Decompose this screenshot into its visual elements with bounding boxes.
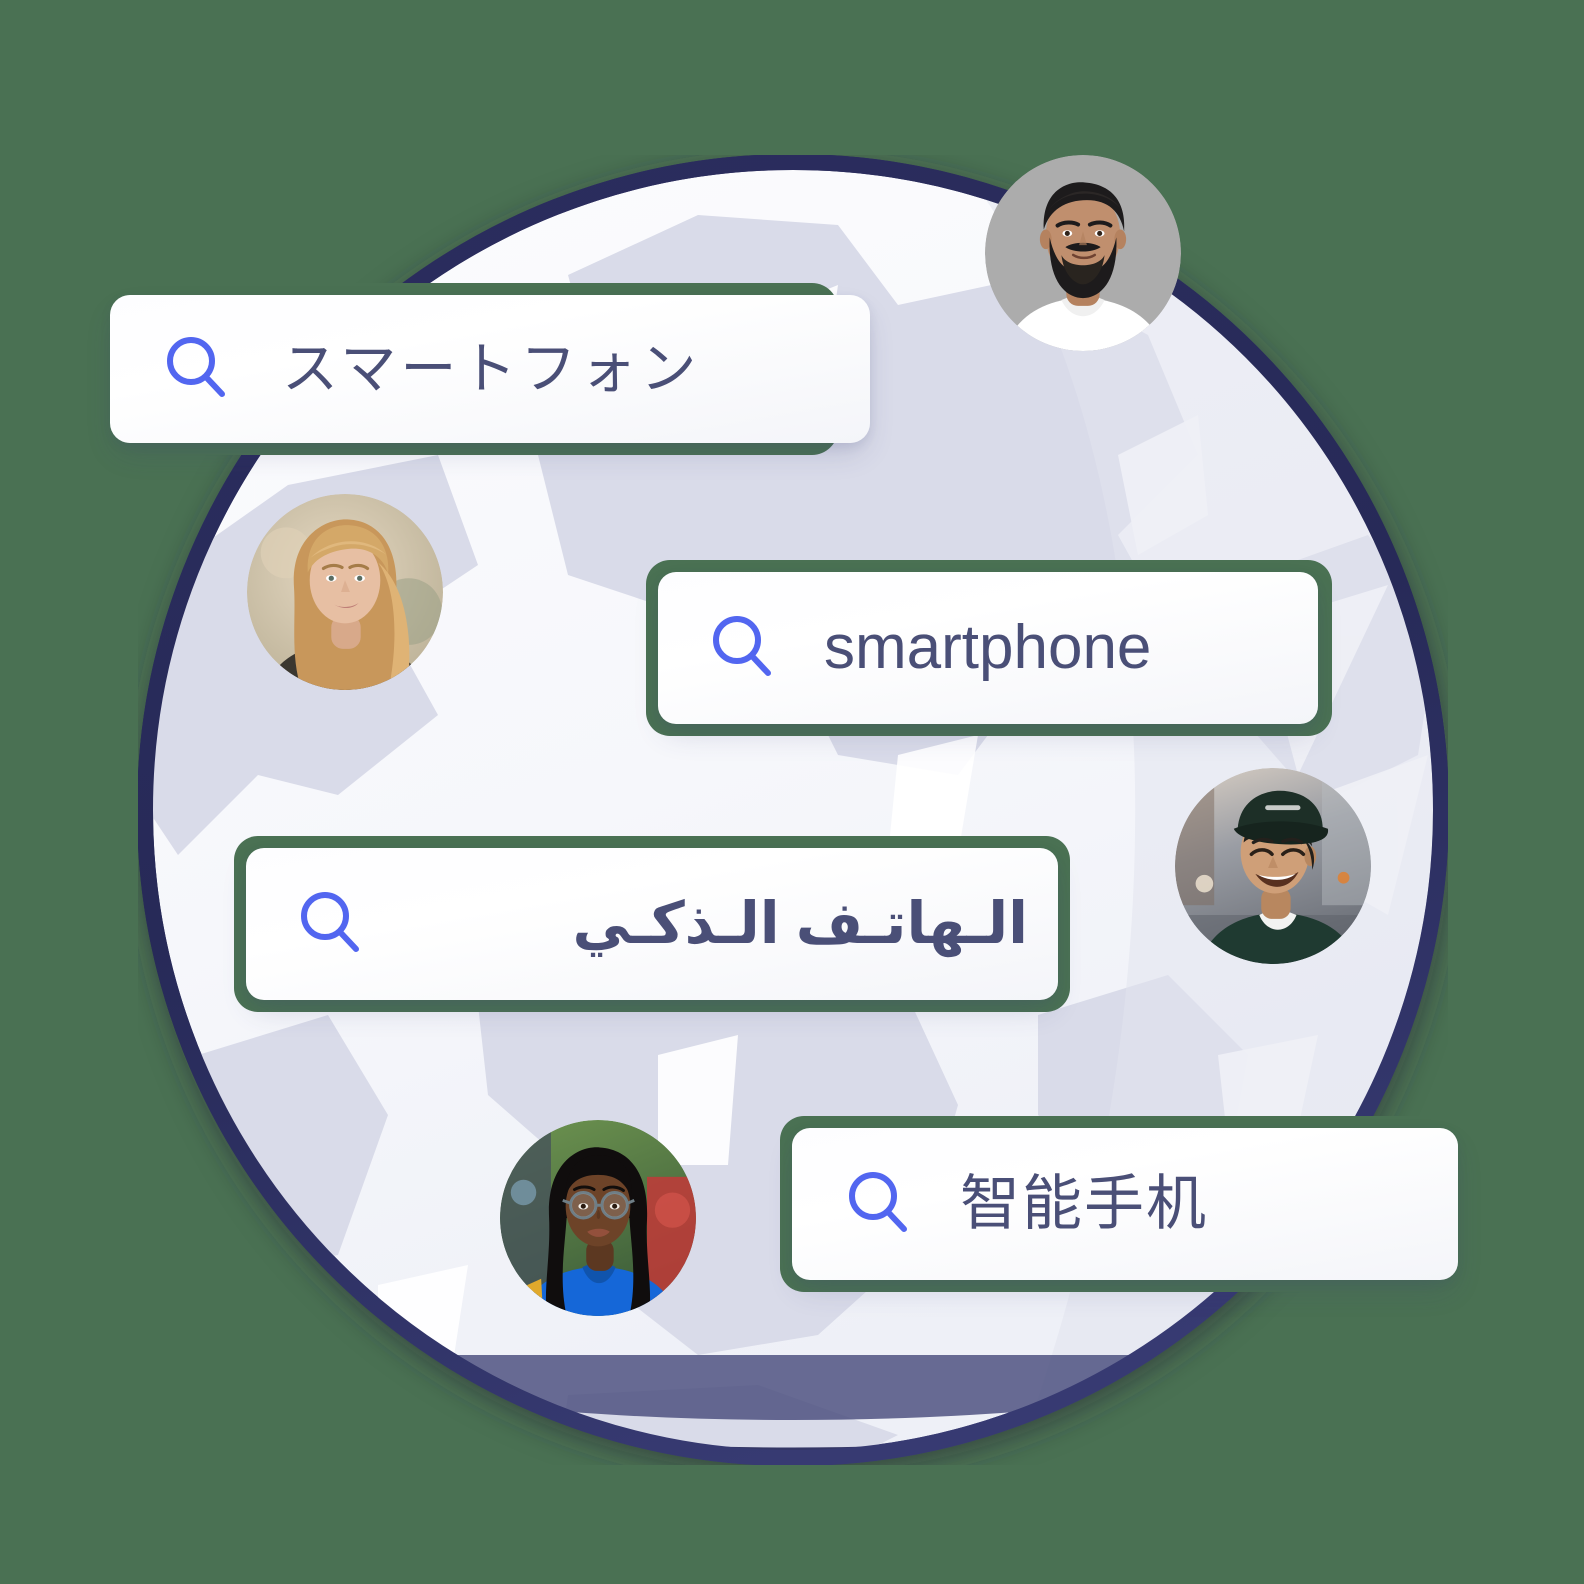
search-query-arabic: الـهاتـف الـذكـي [572,891,1028,956]
search-bar-japanese[interactable]: スマートフォン [110,295,870,443]
avatar-man-with-cap [1175,768,1371,964]
search-icon[interactable] [294,887,368,961]
search-bar-arabic[interactable]: الـهاتـف الـذكـي [246,848,1058,1000]
scene-root: スマートフォン smartphone الـهاتـف الـذكـي 智能手机 [0,0,1584,1584]
search-icon[interactable] [842,1167,916,1241]
search-query-english: smartphone [824,613,1152,682]
search-icon[interactable] [706,611,780,685]
avatar-blond-woman [247,494,443,690]
avatar-woman-with-glasses [500,1120,696,1316]
search-bar-english[interactable]: smartphone [658,572,1318,724]
search-query-japanese: スマートフォン [282,337,701,400]
search-bar-chinese[interactable]: 智能手机 [792,1128,1458,1280]
avatar-bearded-man [985,155,1181,351]
search-query-chinese: 智能手机 [960,1170,1208,1237]
search-icon[interactable] [160,332,234,406]
